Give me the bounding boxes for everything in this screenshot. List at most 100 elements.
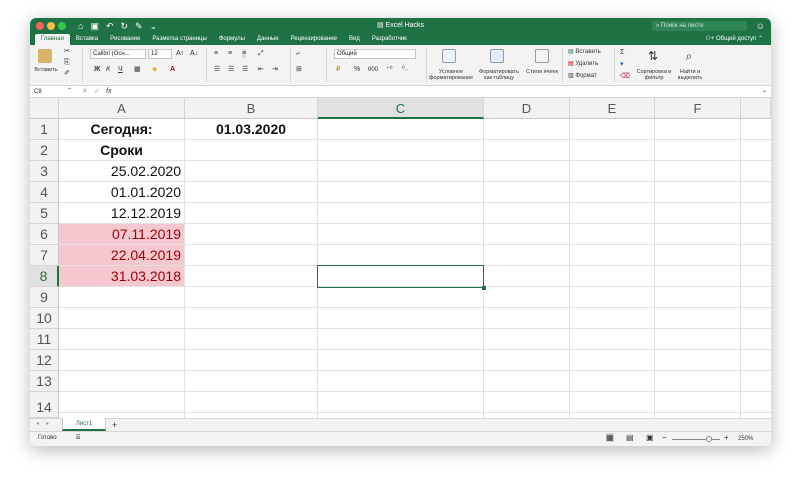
- find-select-icon[interactable]: ⌕: [682, 49, 696, 63]
- page-break-view-icon[interactable]: ▣: [646, 433, 654, 442]
- number-format-select[interactable]: Общий: [334, 49, 416, 59]
- row-header-10[interactable]: 10: [30, 308, 59, 329]
- row-header-8[interactable]: 8: [30, 266, 59, 287]
- align-bottom-icon[interactable]: ≡: [242, 49, 247, 58]
- cell-a1[interactable]: Сегодня:: [59, 119, 185, 140]
- normal-view-icon[interactable]: ▦: [606, 433, 614, 442]
- row-header-1[interactable]: 1: [30, 119, 59, 140]
- sheet-tab-1[interactable]: Лист1: [62, 418, 106, 431]
- cell-a7[interactable]: 22.04.2019: [59, 245, 185, 266]
- decrease-indent-icon[interactable]: ⇤: [258, 65, 264, 74]
- cell-a6[interactable]: 07.11.2019: [59, 224, 185, 245]
- feedback-smiley-icon[interactable]: ☺: [756, 20, 765, 32]
- decrease-font-icon[interactable]: A↓: [190, 49, 198, 58]
- tab-page-layout[interactable]: Разметка страницы: [146, 34, 212, 45]
- italic-button[interactable]: К: [106, 65, 110, 74]
- tab-formulas[interactable]: Формулы: [213, 34, 251, 45]
- row-header-5[interactable]: 5: [30, 203, 59, 224]
- page-layout-view-icon[interactable]: ▤: [626, 433, 634, 442]
- cut-icon[interactable]: ✂: [64, 47, 70, 56]
- row-header-7[interactable]: 7: [30, 245, 59, 266]
- zoom-in-button[interactable]: +: [724, 433, 729, 442]
- fill-handle[interactable]: [482, 286, 486, 290]
- percent-button[interactable]: %: [354, 65, 360, 74]
- font-size-select[interactable]: 12: [148, 49, 172, 59]
- decrease-decimal-icon[interactable]: ⁰₋: [402, 65, 409, 74]
- expand-formula-bar-icon[interactable]: ⌄: [762, 86, 767, 97]
- name-box-dropdown-icon[interactable]: ⌃: [67, 86, 72, 97]
- sheet-search-input[interactable]: ⌕ Поиск на листе: [652, 21, 747, 31]
- format-cells-button[interactable]: ▥ Формат: [568, 72, 597, 81]
- align-left-icon[interactable]: ☰: [214, 65, 220, 74]
- increase-font-icon[interactable]: A↑: [176, 49, 184, 58]
- zoom-level[interactable]: 250%: [738, 435, 753, 444]
- tab-home[interactable]: Главная: [35, 34, 70, 45]
- row-header-9[interactable]: 9: [30, 287, 59, 308]
- collapse-ribbon-icon[interactable]: ⌃: [758, 36, 763, 42]
- conditional-formatting-icon[interactable]: [442, 49, 456, 63]
- bold-button[interactable]: Ж: [94, 65, 100, 74]
- cell-a2[interactable]: Сроки: [59, 140, 185, 161]
- share-button[interactable]: ⚇+ Общий доступ ⌃: [705, 34, 763, 45]
- row-header-2[interactable]: 2: [30, 140, 59, 161]
- merge-cells-icon[interactable]: ⊞: [296, 65, 302, 74]
- cancel-formula-icon[interactable]: ✕: [82, 86, 88, 97]
- column-header-d[interactable]: D: [484, 98, 570, 119]
- tab-data[interactable]: Данные: [251, 34, 285, 45]
- macro-record-icon[interactable]: ⌸: [76, 433, 80, 442]
- font-name-select[interactable]: Calibri (Осн...: [90, 49, 146, 59]
- paste-icon[interactable]: [38, 49, 52, 63]
- insert-cells-button[interactable]: ▤ Вставить: [568, 48, 601, 57]
- add-sheet-button[interactable]: +: [112, 420, 117, 430]
- sort-filter-icon[interactable]: ⇅: [646, 49, 660, 63]
- column-header-b[interactable]: B: [185, 98, 318, 119]
- clear-icon[interactable]: ⌫: [620, 72, 630, 81]
- next-sheet-icon[interactable]: ▸: [46, 420, 49, 429]
- row-header-6[interactable]: 6: [30, 224, 59, 245]
- tab-developer[interactable]: Разработчик: [366, 34, 413, 45]
- row-header-12[interactable]: 12: [30, 350, 59, 371]
- insert-function-button[interactable]: fx: [106, 86, 111, 97]
- autosum-icon[interactable]: Σ: [620, 48, 624, 57]
- column-header-g[interactable]: [741, 98, 771, 119]
- zoom-slider[interactable]: [672, 439, 720, 440]
- cell-a4[interactable]: 01.01.2020: [59, 182, 185, 203]
- cell-a8[interactable]: 31.03.2018: [59, 266, 185, 287]
- row-header-14[interactable]: 14: [30, 392, 59, 418]
- row-header-13[interactable]: 13: [30, 371, 59, 392]
- underline-button[interactable]: Ч: [118, 65, 123, 74]
- tab-review[interactable]: Рецензирование: [285, 34, 343, 45]
- increase-decimal-icon[interactable]: ⁺⁰: [386, 65, 393, 74]
- name-box[interactable]: C8: [32, 87, 72, 97]
- wrap-text-icon[interactable]: ⤶: [296, 49, 300, 58]
- delete-cells-button[interactable]: ▤ Удалить: [568, 60, 598, 69]
- format-painter-icon[interactable]: ✐: [64, 69, 70, 78]
- tab-insert[interactable]: Вставка: [70, 34, 104, 45]
- cell-a3[interactable]: 25.02.2020: [59, 161, 185, 182]
- cell-a5[interactable]: 12.12.2019: [59, 203, 185, 224]
- align-middle-icon[interactable]: ≡: [228, 49, 232, 58]
- cell-styles-icon[interactable]: [535, 49, 549, 63]
- fill-color-icon[interactable]: ◈: [152, 65, 157, 74]
- copy-icon[interactable]: ⎘: [64, 58, 70, 67]
- fill-icon[interactable]: ▾: [620, 60, 624, 69]
- align-center-icon[interactable]: ☰: [228, 65, 234, 74]
- selected-cell-c8[interactable]: [317, 265, 484, 288]
- row-header-11[interactable]: 11: [30, 329, 59, 350]
- prev-sheet-icon[interactable]: ◂: [36, 420, 39, 429]
- confirm-formula-icon[interactable]: ✓: [94, 86, 100, 97]
- column-header-e[interactable]: E: [570, 98, 655, 119]
- increase-indent-icon[interactable]: ⇥: [272, 65, 278, 74]
- select-all-corner[interactable]: [30, 98, 59, 119]
- zoom-out-button[interactable]: −: [662, 433, 667, 442]
- align-top-icon[interactable]: ≡: [214, 49, 218, 58]
- format-as-table-icon[interactable]: [490, 49, 504, 63]
- tab-view[interactable]: Вид: [343, 34, 366, 45]
- text-orientation-icon[interactable]: ⤢: [258, 49, 264, 58]
- zoom-slider-handle[interactable]: [706, 436, 712, 442]
- tab-draw[interactable]: Рисование: [104, 34, 146, 45]
- thousands-separator-button[interactable]: 000: [368, 66, 378, 75]
- column-header-f[interactable]: F: [655, 98, 741, 119]
- align-right-icon[interactable]: ☰: [242, 65, 248, 74]
- borders-icon[interactable]: ▦: [134, 65, 141, 74]
